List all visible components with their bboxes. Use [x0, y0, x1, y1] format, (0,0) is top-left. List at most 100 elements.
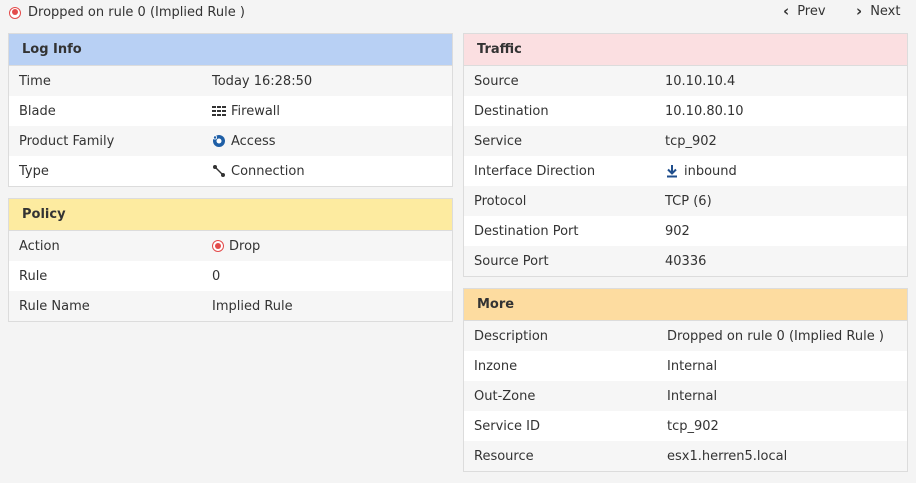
row-value-text: 902 [665, 223, 690, 239]
drop-icon [212, 240, 224, 252]
row-label: Description [474, 328, 549, 344]
traffic-row-source: Source 10.10.10.4 [464, 66, 907, 96]
row-label: Out-Zone [474, 388, 536, 404]
row-label: Product Family [19, 133, 115, 149]
chevron-right-icon: › [856, 2, 863, 20]
policy-row-rule: Rule 0 [9, 261, 452, 291]
top-bar: Dropped on rule 0 (Implied Rule ) ‹ Prev… [0, 0, 916, 26]
row-label: Service ID [474, 418, 541, 434]
row-value: inbound [665, 164, 737, 179]
more-row-out-zone: Out-Zone Internal [464, 381, 907, 411]
row-value: TCP (6) [665, 194, 712, 209]
row-value-text: Implied Rule [212, 298, 293, 314]
row-label: Type [19, 163, 49, 179]
row-value-text: Drop [229, 238, 261, 254]
more-rows: Description Dropped on rule 0 (Implied R… [464, 321, 907, 471]
row-label: Interface Direction [474, 163, 596, 179]
traffic-rows: Source 10.10.10.4 Destination 10.10.80.1… [464, 66, 907, 276]
log-info-panel: Log Info Time Today 16:28:50 Blade Firew… [8, 33, 453, 187]
row-value-text: tcp_902 [667, 418, 719, 434]
row-value-text: Today 16:28:50 [212, 73, 313, 89]
chevron-left-icon: ‹ [783, 2, 790, 20]
more-row-inzone: Inzone Internal [464, 351, 907, 381]
access-icon [212, 134, 226, 148]
next-label: Next [870, 4, 901, 19]
row-value-text: Internal [667, 388, 718, 404]
row-value: 40336 [665, 254, 706, 269]
traffic-panel: Traffic Source 10.10.10.4 Destination 10… [463, 33, 908, 277]
arrow-down-icon [665, 164, 679, 178]
row-value: 0 [212, 269, 220, 284]
next-button[interactable]: › Next [856, 2, 901, 20]
row-value-text: Access [231, 133, 276, 149]
row-label: Rule Name [19, 298, 90, 314]
more-header: More [464, 289, 907, 321]
row-value-text: Connection [231, 163, 305, 179]
row-label: Action [19, 238, 60, 254]
row-label: Destination Port [474, 223, 579, 239]
row-value-text: 10.10.80.10 [665, 103, 744, 119]
firewall-icon [212, 104, 226, 118]
log-info-row-type: Type Connection [9, 156, 452, 186]
row-value-text: tcp_902 [665, 133, 717, 149]
row-value: Today 16:28:50 [212, 74, 312, 89]
row-label: Time [19, 73, 51, 89]
row-label: Destination [474, 103, 549, 119]
log-info-rows: Time Today 16:28:50 Blade Firewall Produ… [9, 66, 452, 186]
more-row-resource: Resource esx1.herren5.local [464, 441, 907, 471]
row-label: Blade [19, 103, 56, 119]
log-info-header: Log Info [9, 34, 452, 66]
row-value: Internal [667, 389, 717, 404]
prev-label: Prev [797, 4, 826, 19]
row-value: Dropped on rule 0 (Implied Rule ) [667, 329, 884, 344]
row-label: Protocol [474, 193, 527, 209]
connection-icon [212, 164, 226, 178]
policy-rows: Action Drop Rule 0 Rule Name Implied Rul… [9, 231, 452, 321]
row-value-text: inbound [684, 163, 737, 179]
traffic-row-source-port: Source Port 40336 [464, 246, 907, 276]
row-value: Firewall [212, 104, 280, 119]
row-label: Inzone [474, 358, 518, 374]
traffic-row-protocol: Protocol TCP (6) [464, 186, 907, 216]
row-label: Resource [474, 448, 534, 464]
more-panel: More Description Dropped on rule 0 (Impl… [463, 288, 908, 472]
traffic-row-service: Service tcp_902 [464, 126, 907, 156]
log-info-row-product-family: Product Family Access [9, 126, 452, 156]
row-value-text: 40336 [665, 253, 707, 269]
row-value: Implied Rule [212, 299, 293, 314]
row-label: Service [474, 133, 523, 149]
row-value-text: 10.10.10.4 [665, 73, 736, 89]
policy-panel: Policy Action Drop Rule 0 Rule Name Impl… [8, 198, 453, 322]
row-value: esx1.herren5.local [667, 449, 787, 464]
prev-button[interactable]: ‹ Prev [783, 2, 826, 20]
row-value-text: Firewall [231, 103, 281, 119]
policy-row-action: Action Drop [9, 231, 452, 261]
row-label: Source [474, 73, 519, 89]
row-value-text: Dropped on rule 0 (Implied Rule ) [667, 328, 884, 344]
row-value: tcp_902 [667, 419, 719, 434]
row-value-text: esx1.herren5.local [667, 448, 788, 464]
more-row-description: Description Dropped on rule 0 (Implied R… [464, 321, 907, 351]
row-value: 902 [665, 224, 690, 239]
drop-icon [9, 6, 21, 19]
row-value-text: 0 [212, 268, 221, 284]
traffic-row-destination: Destination 10.10.80.10 [464, 96, 907, 126]
row-label: Rule [19, 268, 48, 284]
row-value: Connection [212, 164, 305, 179]
traffic-row-interface-direction: Interface Direction inbound [464, 156, 907, 186]
row-value-text: Internal [667, 358, 718, 374]
policy-header: Policy [9, 199, 452, 231]
traffic-row-destination-port: Destination Port 902 [464, 216, 907, 246]
traffic-header: Traffic [464, 34, 907, 66]
more-row-service-id: Service ID tcp_902 [464, 411, 907, 441]
log-info-row-blade: Blade Firewall [9, 96, 452, 126]
log-title: Dropped on rule 0 (Implied Rule ) [9, 5, 245, 20]
log-title-text: Dropped on rule 0 (Implied Rule ) [28, 5, 245, 20]
row-label: Source Port [474, 253, 549, 269]
log-info-row-time: Time Today 16:28:50 [9, 66, 452, 96]
row-value: Drop [212, 239, 260, 254]
row-value-text: TCP (6) [665, 193, 712, 209]
row-value: 10.10.10.4 [665, 74, 735, 89]
row-value: Internal [667, 359, 717, 374]
row-value: Access [212, 134, 276, 149]
